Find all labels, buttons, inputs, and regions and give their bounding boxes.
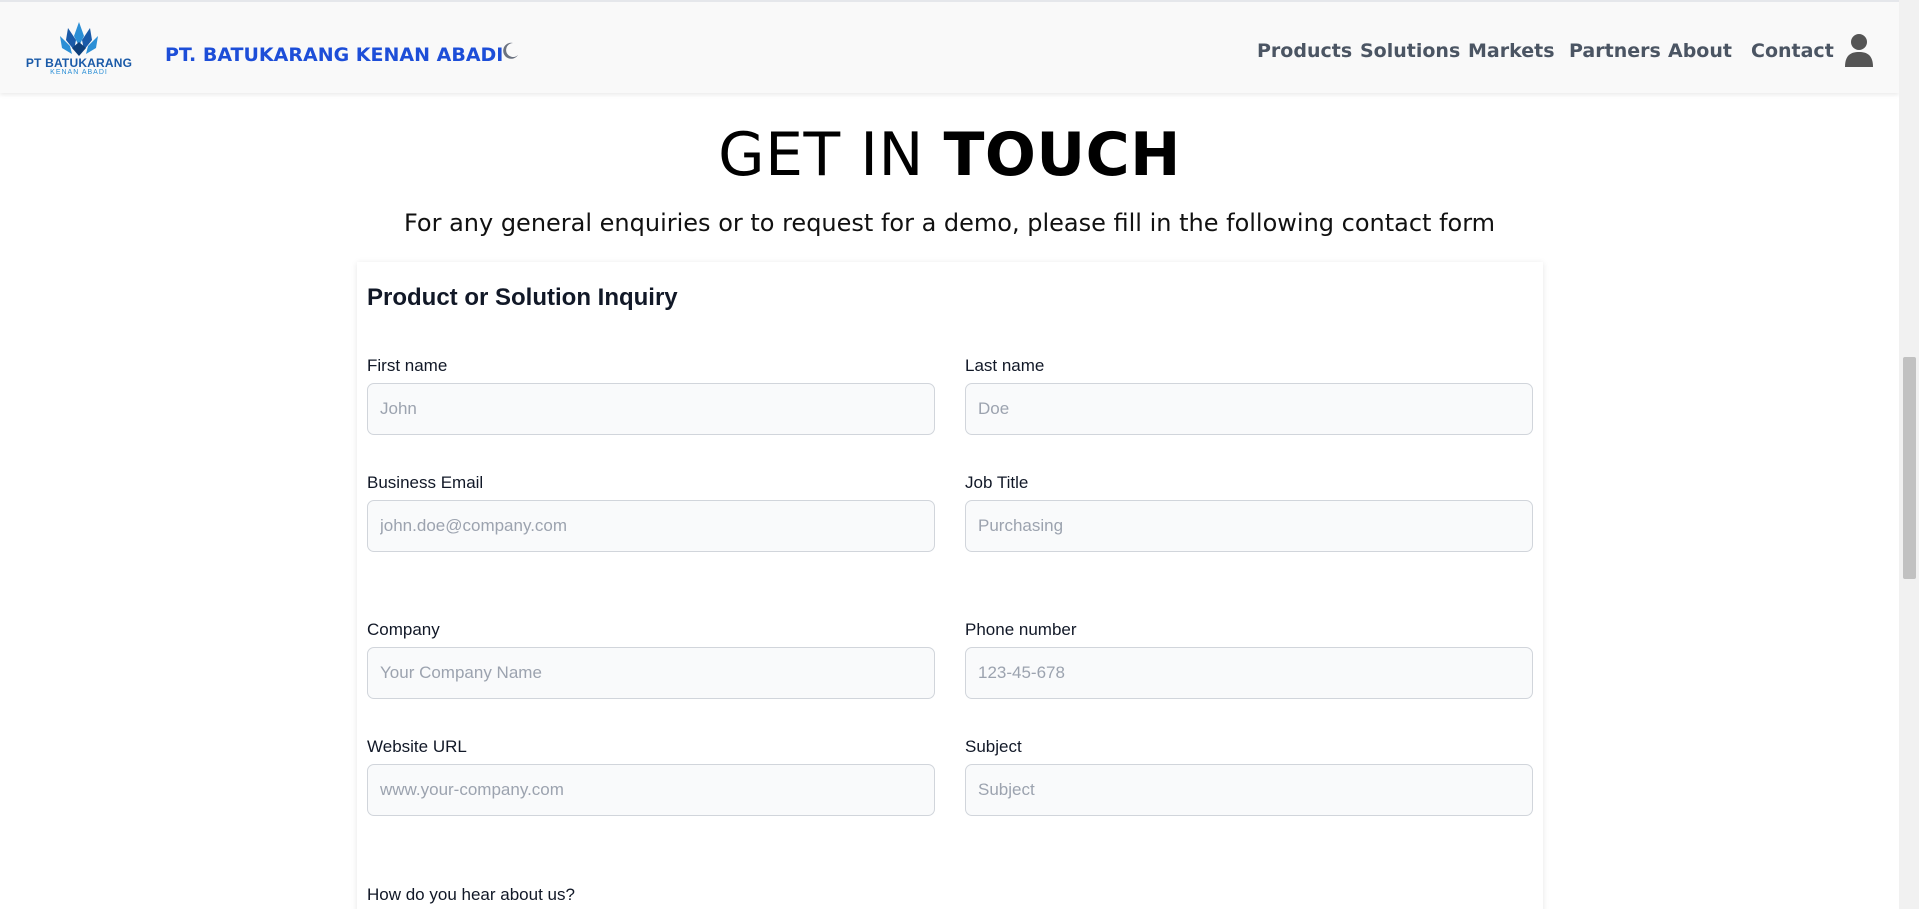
nav-markets[interactable]: Markets [1468,40,1555,62]
business-email-field: Business Email [367,473,935,552]
user-icon [1845,34,1873,67]
logo-text-primary: PT BATUKARANG [25,56,133,70]
user-account-button[interactable] [1843,33,1875,67]
first-name-label: First name [367,356,448,375]
last-name-field: Last name [965,356,1533,435]
website-url-field: Website URL [367,737,935,816]
scrollbar-thumb[interactable] [1903,357,1916,579]
company-field: Company [367,620,935,699]
logo-mark-icon [60,22,98,56]
nav-products[interactable]: Products [1257,40,1352,62]
business-email-label: Business Email [367,473,484,492]
subject-label: Subject [965,737,1022,756]
phone-number-input[interactable] [965,647,1533,699]
job-title-field: Job Title [965,473,1533,552]
company-input[interactable] [367,647,935,699]
logo-text-secondary: KENAN ABADI [50,69,108,76]
subject-field: Subject [965,737,1533,816]
nav-solutions[interactable]: Solutions [1360,40,1460,62]
company-logo[interactable]: PT BATUKARANG KENAN ABADI [22,22,136,78]
moon-icon [503,42,518,59]
hear-about-us-label: How do you hear about us? [367,885,575,904]
phone-number-field: Phone number [965,620,1533,699]
first-name-input[interactable] [367,383,935,435]
form-title: Product or Solution Inquiry [367,284,678,311]
nav-contact[interactable]: Contact [1751,40,1834,62]
nav-partners[interactable]: Partners [1569,40,1661,62]
website-url-input[interactable] [367,764,935,816]
nav-about[interactable]: About [1668,40,1732,62]
navbar: PT BATUKARANG KENAN ABADI PT. BATUKARANG… [0,0,1899,93]
company-label: Company [367,620,440,639]
page-subtitle: For any general enquiries or to request … [403,209,1496,237]
first-name-field: First name [367,356,935,435]
theme-toggle-button[interactable] [499,40,521,62]
job-title-label: Job Title [965,473,1029,492]
page-title: GET IN TOUCH [718,120,1181,190]
last-name-input[interactable] [965,383,1533,435]
inquiry-form-card: Product or Solution Inquiry First name L… [357,262,1543,909]
job-title-input[interactable] [965,500,1533,552]
last-name-label: Last name [965,356,1045,375]
website-url-label: Website URL [367,737,467,756]
business-email-input[interactable] [367,500,935,552]
subject-input[interactable] [965,764,1533,816]
phone-number-label: Phone number [965,620,1077,639]
brand-name[interactable]: PT. BATUKARANG KENAN ABADI [165,44,503,66]
